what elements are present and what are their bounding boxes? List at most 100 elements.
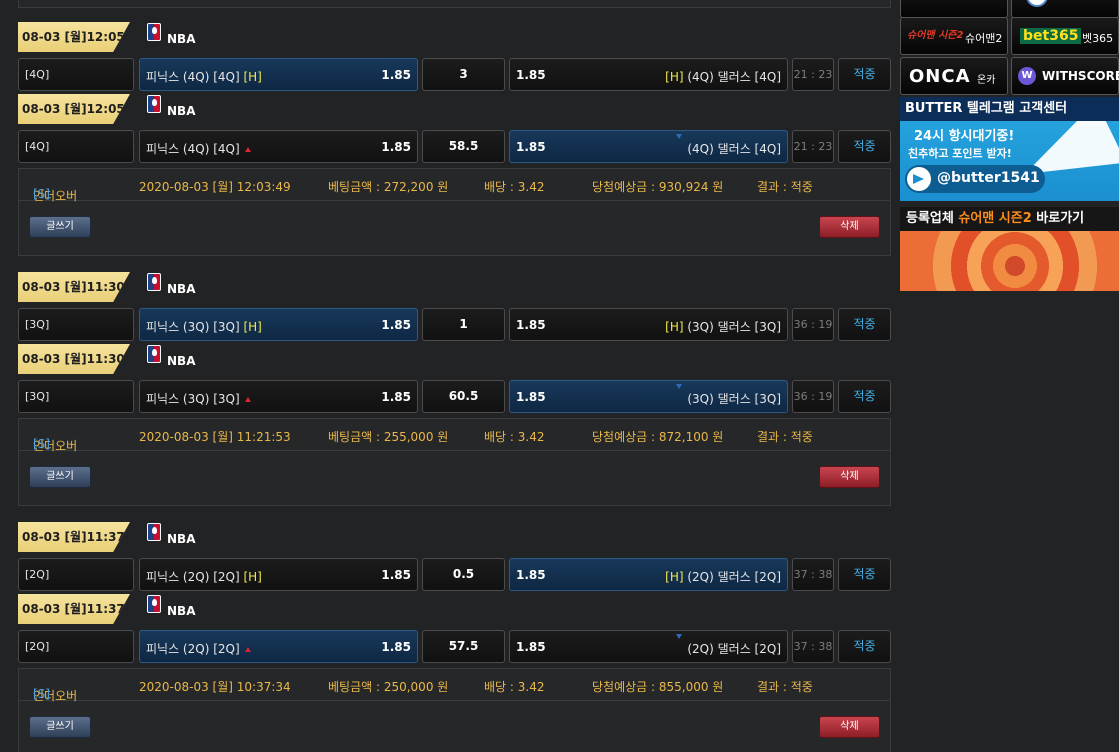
bet-rate: 배당 : 3.42 [484,430,545,444]
away-odds-button[interactable]: 1.85 (2Q) 댈러스 [2Q] [509,630,788,663]
bet-result: 결과 : 적중 [757,430,813,444]
expected-winnings: 당첨예상금 : 855,000 원 [592,680,724,694]
home-odds-button[interactable]: 피닉스 (4Q) [4Q] 1.85 [139,130,418,163]
sureman-title-c: 바로가기 [1031,211,1085,226]
home-odds-button[interactable]: 피닉스 (3Q) [3Q] [H] 1.85 [139,308,418,341]
handicap-line: 58.5 [422,130,505,163]
away-team-label: (2Q) 댈러스 [2Q] [687,642,781,656]
result-button[interactable]: 적중 [838,130,891,163]
away-odds: 1.85 [516,68,546,82]
bet-datetime: 2020-08-03 [월] 11:21:53 [139,430,291,444]
telegram-handle: @butter1541 [937,170,1040,186]
nba-logo-icon [147,95,161,113]
handicap-mark: [H] [665,570,684,584]
result-button[interactable]: 적중 [838,630,891,663]
result-button[interactable]: 적중 [838,380,891,413]
sureman-banner-art [900,231,1119,291]
home-team-label: 피닉스 (4Q) [4Q] [146,142,240,156]
sidebar-link-top-left[interactable] [900,0,1008,18]
bet-rate: 배당 : 3.42 [484,180,545,194]
sureman-banner[interactable]: 등록업체 슈어맨 시즌2 바로가기 [900,207,1119,291]
away-team-label: (2Q) 댈러스 [2Q] [687,570,781,584]
telegram-icon [907,167,931,191]
league-name: NBA [167,532,196,546]
away-team-name: (2Q) 댈러스 [2Q] [687,640,781,657]
home-odds-button[interactable]: 피닉스 (2Q) [2Q] [H] 1.85 [139,558,418,591]
home-odds-button[interactable]: 피닉스 (4Q) [4Q] [H] 1.85 [139,58,418,91]
handicap-line: 57.5 [422,630,505,663]
away-odds-button[interactable]: 1.85 [H] (4Q) 댈러스 [4Q] [509,58,788,91]
bet-type-suffix: [S] [33,437,50,451]
delete-button[interactable]: 삭제 [819,466,880,488]
result-button[interactable]: 적중 [838,308,891,341]
telegram-banner[interactable]: BUTTER 텔레그램 고객센터 24시 항시대기중! 친추하고 포인트 받자!… [900,97,1119,201]
handicap-line: 3 [422,58,505,91]
bet365-logo-icon: bet365 [1020,28,1082,44]
bet-rate: 배당 : 3.42 [484,680,545,694]
sidebar-link-sureman[interactable]: 슈어맨 시즌2 슈어맨2 [900,17,1008,55]
previous-info-box [18,0,891,8]
write-button[interactable]: 글쓰기 [29,716,91,738]
withscore-logo-icon: W [1018,67,1036,85]
away-team-label: (3Q) 댈러스 [3Q] [687,392,781,406]
away-odds-button[interactable]: 1.85 (3Q) 댈러스 [3Q] [509,380,788,413]
write-button[interactable]: 글쓰기 [29,216,91,238]
bet-row: [3Q] 피닉스 (3Q) [3Q] 1.85 60.5 1.85 (3Q) 댈러스 [3… [18,380,891,413]
result-button[interactable]: 적중 [838,58,891,91]
league-name: NBA [167,104,196,118]
delete-button[interactable]: 삭제 [819,716,880,738]
over-arrow-icon [245,397,251,402]
away-team-label: (4Q) 댈러스 [4Q] [687,70,781,84]
away-team-name: (4Q) 댈러스 [4Q] [687,140,781,157]
handicap-mark: [H] [665,70,684,84]
result-button[interactable]: 적중 [838,558,891,591]
handicap-mark: [H] [665,320,684,334]
over-arrow-icon [245,147,251,152]
league-name: NBA [167,282,196,296]
match-date-tag: 08-03 [월]12:05 [18,22,130,52]
away-odds: 1.85 [516,390,546,404]
write-button[interactable]: 글쓰기 [29,466,91,488]
away-odds: 1.85 [516,140,546,154]
period-cell: [2Q] [18,630,134,663]
bet-row: [2Q] 피닉스 (2Q) [2Q] [H] 1.85 0.5 1.85 [H] (2Q)… [18,558,891,591]
expected-winnings: 당첨예상금 : 930,924 원 [592,180,724,194]
sidebar-link-label: WITHSCORE [1042,69,1119,83]
match-date-tag: 08-03 [월]11:30 [18,344,130,374]
sureman-logo-icon: 슈어맨 시즌2 [907,30,964,41]
sidebar-link-label: 슈어맨2 [965,32,1003,45]
match-date-tag: 08-03 [월]11:37 [18,522,130,552]
bet-type-suffix: [S] [33,187,50,201]
period-cell: [2Q] [18,558,134,591]
circle-logo-icon [1026,0,1048,7]
home-odds: 1.85 [381,640,411,654]
telegram-banner-title: BUTTER 텔레그램 고객센터 [900,97,1119,121]
home-odds: 1.85 [381,140,411,154]
sidebar-link-onca[interactable]: ONCA 온카 [900,57,1008,95]
match-date-tag: 08-03 [월]12:05 [18,94,130,124]
sidebar-link-bet365[interactable]: bet365 벳365 [1011,17,1119,55]
sureman-title-highlight: 슈어맨 시즌2 [958,211,1032,226]
home-team-label: 피닉스 (4Q) [4Q] [146,70,240,84]
bet-amount: 베팅금액 : 272,200 원 [328,180,449,194]
nba-logo-icon [147,345,161,363]
handicap-line: 0.5 [422,558,505,591]
home-odds: 1.85 [381,68,411,82]
score-cell: 36 : 19 [792,308,834,341]
bet-row: [3Q] 피닉스 (3Q) [3Q] [H] 1.85 1 1.85 [H] (3Q) 댈… [18,308,891,341]
home-odds-button[interactable]: 피닉스 (2Q) [2Q] 1.85 [139,630,418,663]
away-odds-button[interactable]: 1.85 [H] (3Q) 댈러스 [3Q] [509,308,788,341]
home-odds-button[interactable]: 피닉스 (3Q) [3Q] 1.85 [139,380,418,413]
away-team-label: (3Q) 댈러스 [3Q] [687,320,781,334]
sidebar: 슈어맨 시즌2 슈어맨2 bet365 벳365 ONCA 온카 W WITHS… [900,0,1119,752]
score-cell: 36 : 19 [792,380,834,413]
away-odds-button[interactable]: 1.85 [H] (2Q) 댈러스 [2Q] [509,558,788,591]
home-team-name: 피닉스 (4Q) [4Q] [146,140,240,157]
league-name: NBA [167,354,196,368]
away-odds: 1.85 [516,640,546,654]
nba-logo-icon [147,595,161,613]
sidebar-link-withscore[interactable]: W WITHSCORE [1011,57,1119,95]
away-odds-button[interactable]: 1.85 (4Q) 댈러스 [4Q] [509,130,788,163]
delete-button[interactable]: 삭제 [819,216,880,238]
sidebar-link-top-right[interactable] [1011,0,1119,18]
